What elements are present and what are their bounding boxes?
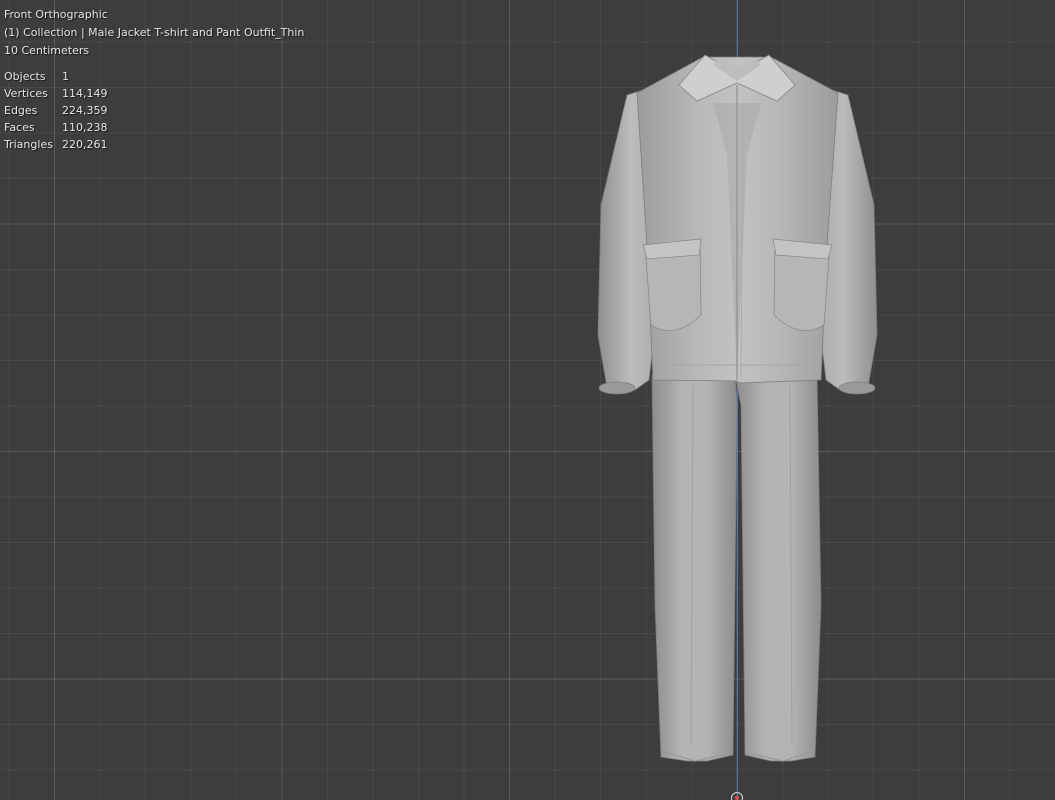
stat-label: Edges bbox=[4, 104, 38, 117]
stat-row-objects: Objects 1 bbox=[4, 68, 304, 85]
3d-viewport[interactable]: Front Orthographic (1) Collection | Male… bbox=[0, 0, 1055, 800]
pants-mesh bbox=[651, 374, 822, 762]
stat-label: Vertices bbox=[4, 87, 48, 100]
jacket-mesh bbox=[636, 54, 839, 384]
grid-scale: 10 Centimeters bbox=[4, 44, 90, 57]
stat-label: Triangles bbox=[4, 138, 53, 151]
view-name: Front Orthographic bbox=[4, 8, 108, 21]
stat-row-faces: Faces 110,238 bbox=[4, 119, 304, 136]
origin-icon bbox=[731, 792, 743, 800]
stat-value: 224,359 bbox=[62, 104, 108, 117]
stat-value: 1 bbox=[62, 70, 69, 83]
stat-row-triangles: Triangles 220,261 bbox=[4, 136, 304, 153]
stat-value: 110,238 bbox=[62, 121, 108, 134]
stat-label: Objects bbox=[4, 70, 46, 83]
scene-statistics: Objects 1 Vertices 114,149 Edges 224,359… bbox=[4, 68, 304, 153]
stat-value: 220,261 bbox=[62, 138, 108, 151]
stat-label: Faces bbox=[4, 121, 35, 134]
viewport-text-overlay: Front Orthographic (1) Collection | Male… bbox=[4, 6, 304, 153]
outfit-mesh[interactable] bbox=[595, 45, 880, 765]
collection-label: (1) Collection | Male Jacket T-shirt and… bbox=[4, 26, 305, 39]
stat-value: 114,149 bbox=[62, 87, 108, 100]
stat-row-edges: Edges 224,359 bbox=[4, 102, 304, 119]
stat-row-vertices: Vertices 114,149 bbox=[4, 85, 304, 102]
